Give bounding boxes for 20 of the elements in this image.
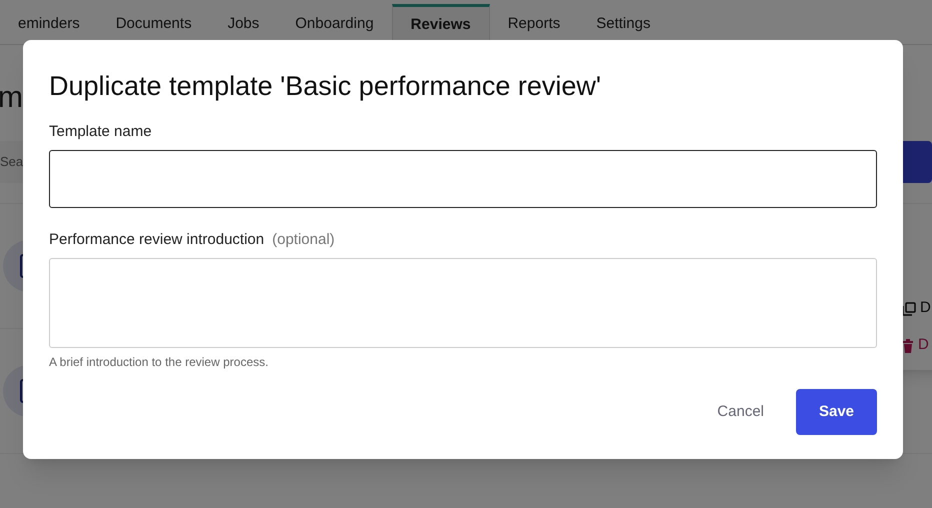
menu-item[interactable]: D: [888, 290, 932, 327]
copy-icon: [902, 302, 916, 316]
tab[interactable]: Documents: [98, 4, 210, 44]
field-hint: A brief introduction to the review process.: [49, 354, 270, 371]
tab[interactable]: Settings: [578, 4, 668, 44]
tab[interactable]: Onboarding: [277, 4, 392, 44]
field-label: Performance review introduction: [49, 230, 264, 250]
page-heading: m: [0, 83, 23, 113]
introduction-field[interactable]: [49, 258, 877, 348]
tab[interactable]: Reports: [490, 4, 578, 44]
optional-label: (optional): [272, 230, 335, 250]
menu-item[interactable]: D: [888, 327, 932, 364]
cancel-button[interactable]: Cancel: [717, 400, 764, 424]
tab[interactable]: eminders: [0, 4, 98, 44]
save-button[interactable]: Save: [796, 389, 877, 435]
dialog-title: Duplicate template 'Basic performance review': [49, 70, 602, 103]
field-label: Template name: [49, 122, 152, 142]
tab[interactable]: Jobs: [210, 4, 278, 44]
template-name-field[interactable]: [49, 150, 877, 208]
trash-icon: [902, 338, 914, 352]
